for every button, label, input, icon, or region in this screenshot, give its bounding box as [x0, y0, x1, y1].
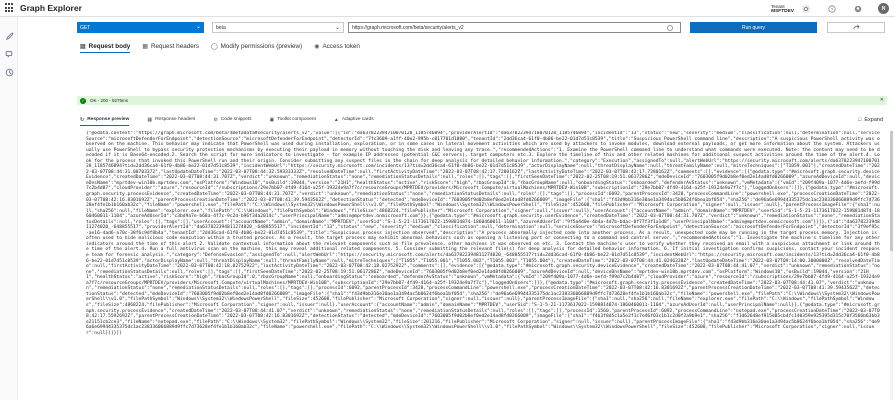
card-icon: ▲ [333, 116, 339, 123]
svg-text:?: ? [831, 6, 834, 11]
tab-modify-permissions[interactable]: ◯ Modify permissions (preview) [208, 40, 305, 52]
headers-icon: ▦ [147, 116, 153, 123]
lock-icon: ◉ [314, 43, 320, 50]
api-version-value: beta [216, 24, 226, 31]
sample-queries-rocket-icon[interactable] [5, 28, 14, 40]
http-method-dropdown[interactable]: GET ⌄ [77, 22, 204, 33]
graph-explorer-app: Graph Explorer Tenant MSFTDEV ? N GET ⌄ … [0, 0, 895, 400]
history-icon[interactable] [5, 64, 14, 77]
tab-adaptive-cards[interactable]: ▲ Adaptive cards [331, 114, 377, 125]
tab-code-snippets[interactable]: ⚙ Code snippets [210, 114, 254, 125]
headers-icon: ▦ [142, 43, 148, 50]
tab-request-body[interactable]: ▤ Request body [77, 40, 133, 53]
query-url-input[interactable]: https://graph.microsoft.com/beta/securit… [348, 22, 681, 33]
http-method-value: GET [80, 24, 91, 31]
checkmark-icon: ✓ [80, 97, 86, 104]
api-version-dropdown[interactable]: beta ⌄ [212, 22, 344, 33]
tab-label: Request headers [150, 42, 199, 50]
query-url-value: https://graph.microsoft.com/beta/securit… [352, 24, 464, 31]
tab-label: Access token [322, 42, 360, 50]
tenant-info[interactable]: Tenant MSFTDEV [771, 4, 794, 14]
status-text: OK - 200 - 9275ms [90, 98, 129, 103]
chevron-down-icon: ⌄ [195, 24, 201, 30]
toolkit-icon: ▣ [269, 116, 275, 123]
tab-label: Adaptive cards [341, 117, 374, 122]
top-bar: Graph Explorer Tenant MSFTDEV ? N [0, 0, 895, 17]
tab-label: Response preview [87, 117, 130, 122]
tab-label: Request body [88, 42, 131, 50]
user-avatar[interactable]: N [878, 3, 889, 14]
preview-icon: ↻ [80, 116, 85, 123]
share-icon [853, 24, 860, 30]
response-json-viewer[interactable]: {"@odata.context":"https://graph.microso… [86, 131, 882, 400]
tab-access-token[interactable]: ◉ Access token [311, 40, 363, 52]
expand-label: Expand [864, 116, 883, 123]
url-clear-icon[interactable] [667, 25, 673, 31]
tab-label: Modify permissions (preview) [220, 42, 303, 50]
tab-label: Code snippets [220, 117, 252, 122]
tab-label: Response headers [155, 117, 196, 122]
tab-response-preview[interactable]: ↻ Response preview [77, 114, 132, 126]
response-status-bar: ✓ OK - 200 - 9275ms ✕ [77, 96, 887, 105]
resources-chat-icon[interactable] [5, 46, 14, 58]
left-rail [0, 17, 18, 400]
code-icon: ⚙ [213, 116, 218, 123]
scrollbar-thumb[interactable] [890, 131, 893, 251]
app-launcher-icon[interactable] [5, 3, 15, 13]
tenant-name: MSFTDEV [771, 8, 794, 14]
tab-label: Toolkit component [277, 117, 316, 122]
document-icon: ▤ [80, 43, 86, 50]
shield-icon: ◯ [210, 43, 218, 50]
share-query-button[interactable] [827, 22, 885, 33]
run-query-button[interactable]: Run query [690, 22, 817, 33]
expand-button[interactable]: □ Expand [858, 114, 883, 125]
expand-icon: □ [858, 116, 862, 123]
close-icon[interactable]: ✕ [880, 97, 884, 103]
app-title: Graph Explorer [20, 3, 82, 13]
tab-response-headers[interactable]: ▦ Response headers [144, 114, 198, 125]
tab-toolkit-component[interactable]: ▣ Toolkit component [267, 114, 319, 125]
help-icon[interactable]: ? [826, 3, 838, 15]
response-tabs: ↻ Response preview ▦ Response headers ⚙ … [77, 114, 887, 126]
github-icon[interactable] [852, 3, 864, 15]
response-scrollbar[interactable] [890, 131, 893, 400]
top-right-area: Tenant MSFTDEV ? N [771, 0, 895, 17]
chevron-down-icon: ⌄ [334, 25, 340, 31]
request-tabs: ▤ Request body ▦ Request headers ◯ Modif… [77, 40, 369, 54]
tab-request-headers[interactable]: ▦ Request headers [139, 40, 202, 52]
settings-gear-icon[interactable] [800, 3, 812, 15]
